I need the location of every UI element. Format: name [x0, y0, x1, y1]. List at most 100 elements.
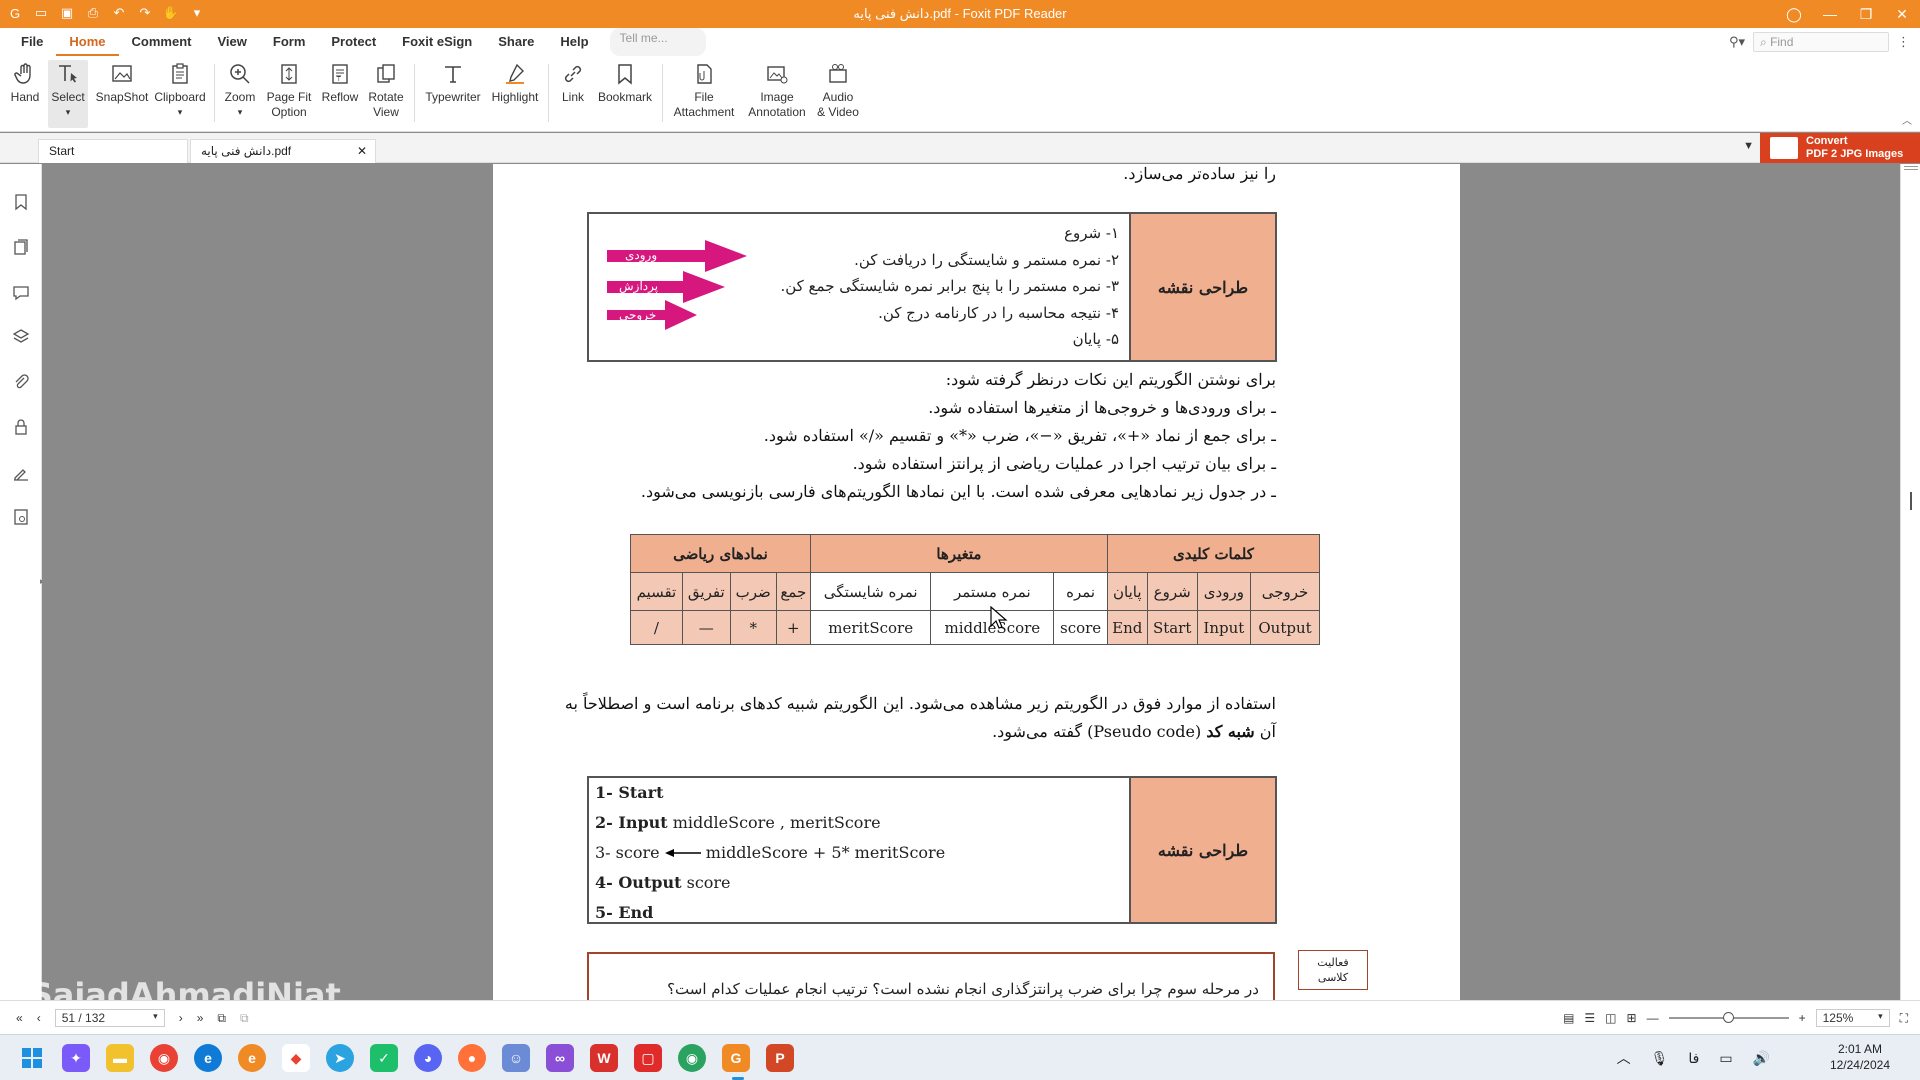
copilot-icon[interactable]: ✦	[62, 1044, 90, 1072]
typewriter-button[interactable]: Typewriter	[422, 60, 484, 128]
convert-pdf-jpg-banner[interactable]: Convert PDF 2 JPG Images	[1760, 133, 1920, 163]
comments-panel-icon[interactable]	[11, 282, 31, 302]
snapshot-button[interactable]: SnapShot	[94, 60, 150, 128]
tray-chevron-icon[interactable]: ︿	[1617, 1048, 1631, 1068]
collapse-ribbon-icon[interactable]: ︿	[1902, 112, 1912, 127]
zoom-button[interactable]: Zoom ▾	[222, 60, 258, 128]
pages-panel-icon[interactable]	[11, 237, 31, 257]
wps-office-icon[interactable]: W	[590, 1044, 618, 1072]
search-options-icon[interactable]: ⚲▾	[1729, 34, 1745, 50]
bookmark-button[interactable]: Bookmark	[596, 60, 654, 128]
table-cell: meritScore	[809, 610, 932, 645]
tell-me-input[interactable]: Tell me...	[609, 28, 706, 56]
zoom-level-select[interactable]: 125% ▾	[1815, 1009, 1890, 1027]
fullscreen-icon[interactable]: ⛶	[1900, 1011, 1908, 1026]
file-attachment-icon	[690, 60, 718, 88]
table-cell: *	[729, 610, 777, 645]
robot-app-icon[interactable]: ☺	[502, 1044, 530, 1072]
rotate-view-button[interactable]: Rotate View	[364, 60, 408, 128]
page-number-input[interactable]: 51 / 132 ▾	[54, 1009, 165, 1027]
signature-panel-icon[interactable]	[11, 462, 31, 482]
menu-home[interactable]: Home	[56, 28, 119, 56]
view-layout-icon[interactable]: ⧉	[217, 1011, 226, 1026]
content-panel-icon[interactable]	[11, 507, 31, 527]
view-layout-2-icon[interactable]: ⧉	[240, 1011, 249, 1026]
vertical-scrollbar[interactable]	[1900, 164, 1920, 1000]
menu-form[interactable]: Form	[260, 28, 319, 56]
file-explorer-icon[interactable]: ▬	[106, 1044, 134, 1072]
menu-help[interactable]: Help	[547, 28, 601, 56]
image-annotation-button[interactable]: Image Annotation	[742, 60, 812, 128]
app-cube-icon[interactable]: ◆	[282, 1044, 310, 1072]
split-handle-icon[interactable]	[1904, 166, 1918, 170]
status-bar: « ‹ 51 / 132 ▾ › » ⧉ ⧉ ▤ ☰ ◫ ⊞ — + 125% …	[0, 1000, 1920, 1034]
rotate-label-2: View	[373, 105, 399, 119]
zoom-slider[interactable]	[1668, 1012, 1789, 1023]
scroll-thumb[interactable]	[1910, 492, 1912, 510]
clipboard-button[interactable]: Clipboard ▾	[154, 60, 206, 128]
tab-document[interactable]: دانش فنی پایه.pdf ✕	[190, 139, 376, 163]
zoom-out-icon[interactable]: —	[1647, 1011, 1659, 1025]
previous-page-icon[interactable]: ‹	[37, 1011, 41, 1025]
reflow-button[interactable]: T Reflow	[318, 60, 362, 128]
language-indicator[interactable]: فا	[1688, 1050, 1699, 1067]
continuous-facing-icon[interactable]: ⊞	[1627, 1011, 1637, 1025]
account-icon[interactable]: ◯	[1776, 0, 1812, 28]
layers-panel-icon[interactable]	[11, 327, 31, 347]
shield-check-icon[interactable]: ✓	[370, 1044, 398, 1072]
menu-comment[interactable]: Comment	[119, 28, 205, 56]
taskbar-clock[interactable]: 2:01 AM 12/24/2024	[1830, 1041, 1890, 1073]
windows-start-icon[interactable]	[18, 1044, 46, 1072]
continuous-view-icon[interactable]: ☰	[1584, 1011, 1595, 1025]
link-button[interactable]: Link	[556, 60, 590, 128]
restore-button[interactable]: ❐	[1848, 0, 1884, 28]
zoom-slider-thumb[interactable]	[1722, 1012, 1734, 1023]
volume-icon[interactable]: 🔊	[1753, 1050, 1770, 1067]
close-button[interactable]: ✕	[1884, 0, 1920, 28]
discord-icon[interactable]: ◕	[414, 1044, 442, 1072]
pdf-app-icon[interactable]: ▢	[634, 1044, 662, 1072]
close-tab-icon[interactable]: ✕	[357, 144, 367, 158]
tab-list-dropdown-icon[interactable]: ▼	[1743, 140, 1754, 152]
network-icon[interactable]: ▭	[1719, 1050, 1732, 1067]
select-button[interactable]: Select ▾	[48, 60, 88, 128]
bookmark-panel-icon[interactable]	[11, 192, 31, 212]
chrome-icon[interactable]: ◉	[150, 1044, 178, 1072]
table-cell: Output	[1250, 610, 1320, 645]
foxit-taskbar-icon[interactable]: G	[722, 1044, 750, 1072]
chrome-profile-icon[interactable]: ◉	[678, 1044, 706, 1072]
find-input[interactable]: ⌕ Find	[1753, 32, 1889, 52]
highlight-button[interactable]: Highlight	[490, 60, 540, 128]
telegram-icon[interactable]: ➤	[326, 1044, 354, 1072]
facing-view-icon[interactable]: ◫	[1605, 1011, 1616, 1025]
hand-button[interactable]: Hand	[8, 60, 42, 128]
minimize-button[interactable]: —	[1812, 0, 1848, 28]
security-panel-icon[interactable]	[11, 417, 31, 437]
attachments-panel-icon[interactable]	[11, 372, 31, 392]
audio-video-button[interactable]: Audio & Video	[814, 60, 862, 128]
zoom-in-icon[interactable]: +	[1799, 1011, 1806, 1025]
window-title: دانش فنی پایه.pdf - Foxit PDF Reader	[853, 6, 1067, 21]
edge-icon[interactable]: e	[194, 1044, 222, 1072]
page-fit-option-button[interactable]: Page Fit Option	[264, 60, 314, 128]
browser-e-icon[interactable]: e	[238, 1044, 266, 1072]
menu-foxit-esign[interactable]: Foxit eSign	[389, 28, 485, 56]
menu-share[interactable]: Share	[485, 28, 547, 56]
table-cell: شروع	[1146, 572, 1198, 611]
table-cell: ورودی	[1196, 572, 1252, 611]
powerpoint-icon[interactable]: P	[766, 1044, 794, 1072]
first-page-icon[interactable]: «	[16, 1011, 23, 1025]
menu-file[interactable]: File	[8, 28, 56, 56]
menu-view[interactable]: View	[204, 28, 259, 56]
clipboard-dropdown-icon: ▾	[177, 107, 183, 117]
single-page-view-icon[interactable]: ▤	[1563, 1011, 1574, 1025]
file-attachment-button[interactable]: File Attachment	[668, 60, 740, 128]
menu-protect[interactable]: Protect	[318, 28, 389, 56]
firefox-icon[interactable]: ●	[458, 1044, 486, 1072]
next-page-icon[interactable]: ›	[179, 1011, 183, 1025]
tab-start[interactable]: Start	[38, 139, 188, 163]
microphone-icon[interactable]: 🎙	[1651, 1050, 1669, 1067]
more-options-icon[interactable]: ⋮	[1897, 34, 1910, 50]
visual-studio-icon[interactable]: ∞	[546, 1044, 574, 1072]
last-page-icon[interactable]: »	[197, 1011, 204, 1025]
